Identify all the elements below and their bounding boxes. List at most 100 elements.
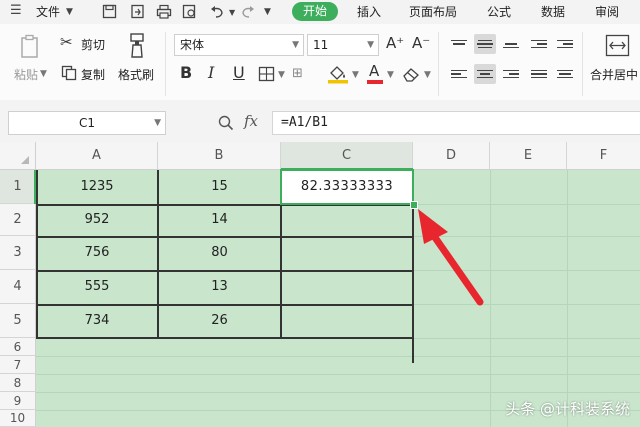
- save-icon[interactable]: [102, 4, 117, 19]
- ribbon-toolbar: 粘贴 ▼ ✂ 剪切 复制 格式刷 宋体 ▼ 11 ▼ A⁺ A⁻ B I U ▼ ⊞…: [0, 24, 640, 101]
- selected-cell-outline: [280, 169, 414, 205]
- fill-color-dropdown-icon[interactable]: ▼: [352, 70, 359, 80]
- align-top-button[interactable]: [448, 34, 470, 54]
- grow-font-icon[interactable]: A⁺: [386, 36, 404, 51]
- format-painter-icon[interactable]: [126, 32, 148, 60]
- tab-home[interactable]: 开始: [292, 2, 338, 21]
- chevron-down-icon[interactable]: ▼: [66, 7, 73, 17]
- quick-access-dropdown-icon[interactable]: ▼: [264, 7, 271, 17]
- row-header-4[interactable]: 4: [0, 270, 36, 304]
- tab-review[interactable]: 审阅: [595, 3, 619, 20]
- format-painter-button[interactable]: 格式刷: [118, 66, 154, 83]
- row-header-3[interactable]: 3: [0, 236, 36, 270]
- clear-dropdown-icon[interactable]: ▼: [424, 70, 431, 80]
- underline-button[interactable]: U: [233, 65, 245, 81]
- column-header-c[interactable]: C: [281, 142, 413, 170]
- cell-a2[interactable]: 952: [36, 204, 158, 236]
- merge-center-icon[interactable]: [605, 34, 631, 58]
- align-left-button[interactable]: [448, 64, 470, 84]
- undo-icon[interactable]: [209, 4, 225, 19]
- row-header-9[interactable]: 9: [0, 392, 36, 410]
- cut-button[interactable]: 剪切: [81, 36, 105, 53]
- gridline: [36, 392, 640, 393]
- row-header-6[interactable]: 6: [0, 338, 36, 356]
- cell-b1[interactable]: 15: [158, 170, 281, 204]
- font-size-select[interactable]: 11 ▼: [307, 34, 379, 56]
- tab-insert[interactable]: 插入: [357, 3, 381, 20]
- column-header-f[interactable]: F: [567, 142, 640, 170]
- column-header-e[interactable]: E: [490, 142, 567, 170]
- column-header-b[interactable]: B: [158, 142, 281, 170]
- menu-icon[interactable]: ☰: [10, 3, 22, 18]
- more-icon[interactable]: ⊞: [292, 67, 303, 80]
- watermark: 头条 @计科装系统: [505, 400, 630, 418]
- tab-data[interactable]: 数据: [541, 3, 565, 20]
- cell-b3[interactable]: 80: [158, 236, 281, 270]
- row-header-1[interactable]: 1: [0, 170, 36, 204]
- export-pdf-icon[interactable]: [130, 4, 145, 19]
- print-preview-icon[interactable]: [182, 4, 198, 19]
- cell-a4[interactable]: 555: [36, 270, 158, 304]
- cell-a1[interactable]: 1235: [36, 170, 158, 204]
- row-header-2[interactable]: 2: [0, 204, 36, 236]
- function-icon[interactable]: fx: [244, 112, 258, 130]
- merge-center-button[interactable]: 合并居中: [590, 66, 638, 83]
- cell-c5[interactable]: [281, 304, 413, 338]
- copy-button[interactable]: 复制: [81, 66, 105, 83]
- cell-c2[interactable]: [281, 204, 413, 236]
- undo-dropdown-icon[interactable]: ▼: [229, 8, 235, 17]
- row-header-5[interactable]: 5: [0, 304, 36, 338]
- row-header-10[interactable]: 10: [0, 410, 36, 427]
- paste-icon[interactable]: [20, 34, 42, 60]
- cell-c4[interactable]: [281, 270, 413, 304]
- chevron-down-icon: ▼: [367, 40, 374, 50]
- align-middle-button[interactable]: [474, 34, 496, 54]
- menu-bar: ☰ 文件 ▼ ▼ ▼ 开始 插入 页面布局 公式 数据 审阅: [0, 0, 640, 24]
- paste-button[interactable]: 粘贴: [14, 66, 38, 83]
- clear-format-icon[interactable]: [402, 66, 422, 82]
- paste-dropdown-icon[interactable]: ▼: [40, 69, 47, 79]
- cell-a5[interactable]: 734: [36, 304, 158, 338]
- name-box-value: C1: [78, 116, 95, 130]
- cell-b5[interactable]: 26: [158, 304, 281, 338]
- font-color-button[interactable]: A: [367, 64, 383, 84]
- decrease-indent-button[interactable]: [528, 34, 550, 54]
- borders-icon[interactable]: [258, 66, 276, 82]
- font-name-value: 宋体: [180, 38, 205, 52]
- tab-page-layout[interactable]: 页面布局: [409, 3, 457, 20]
- row-header-8[interactable]: 8: [0, 374, 36, 392]
- fill-color-icon[interactable]: [327, 64, 349, 84]
- gridline: [567, 170, 568, 427]
- bold-button[interactable]: B: [180, 65, 192, 81]
- scissors-icon[interactable]: ✂: [60, 35, 73, 50]
- font-name-select[interactable]: 宋体 ▼: [174, 34, 304, 56]
- align-bottom-button[interactable]: [500, 34, 522, 54]
- row-header-7[interactable]: 7: [0, 356, 36, 374]
- cell-b4[interactable]: 13: [158, 270, 281, 304]
- shrink-font-icon[interactable]: A⁻: [412, 36, 430, 51]
- align-center-button[interactable]: [474, 64, 496, 84]
- cell-c3[interactable]: [281, 236, 413, 270]
- select-all-corner[interactable]: [0, 142, 36, 170]
- column-header-a[interactable]: A: [36, 142, 158, 170]
- borders-dropdown-icon[interactable]: ▼: [278, 70, 285, 80]
- zoom-icon[interactable]: [218, 115, 234, 131]
- distributed-button[interactable]: [554, 64, 576, 84]
- formula-input[interactable]: =A1/B1: [272, 111, 640, 135]
- spreadsheet-grid[interactable]: A B C D E F 1 2 3 4 5 6 7 8 9 10 1235 15…: [0, 142, 640, 427]
- print-icon[interactable]: [156, 4, 172, 19]
- redo-icon[interactable]: [240, 4, 256, 19]
- increase-indent-button[interactable]: [554, 34, 576, 54]
- justify-button[interactable]: [528, 64, 550, 84]
- column-header-d[interactable]: D: [413, 142, 490, 170]
- cell-a3[interactable]: 756: [36, 236, 158, 270]
- tab-formulas[interactable]: 公式: [487, 3, 511, 20]
- italic-button[interactable]: I: [208, 65, 214, 81]
- cell-b2[interactable]: 14: [158, 204, 281, 236]
- copy-icon[interactable]: [61, 65, 77, 81]
- file-menu[interactable]: 文件: [36, 3, 60, 20]
- font-color-dropdown-icon[interactable]: ▼: [387, 70, 394, 80]
- red-arrow-icon: [418, 209, 484, 306]
- name-box[interactable]: C1 ▼: [8, 111, 166, 135]
- align-right-button[interactable]: [500, 64, 522, 84]
